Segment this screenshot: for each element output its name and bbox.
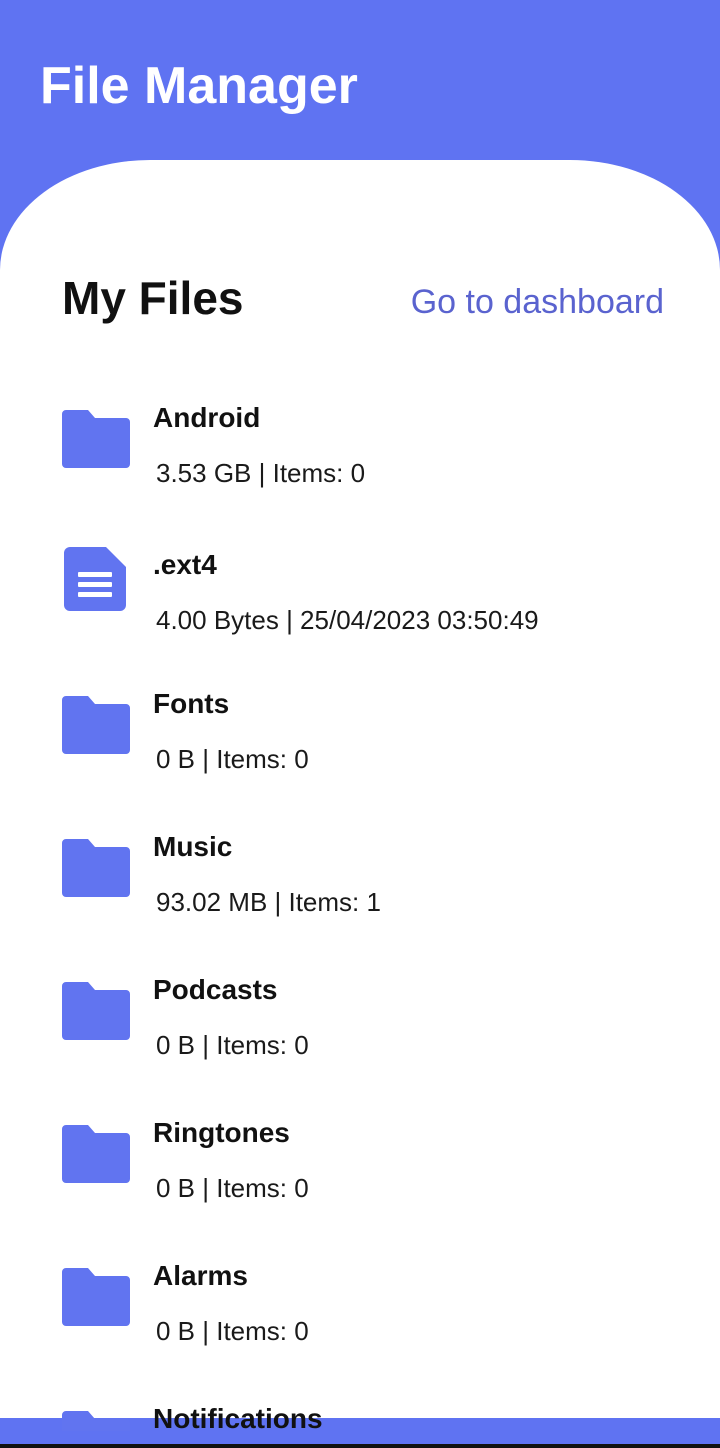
item-name: Notifications [153, 1403, 323, 1434]
folder-icon [62, 839, 130, 897]
item-name: Music [153, 831, 233, 862]
files-panel: My Files Go to dashboard Android 3.53 GB… [0, 160, 720, 1434]
item-name: Android [153, 402, 261, 433]
folder-icon [62, 1411, 130, 1431]
list-item-podcasts[interactable]: Podcasts 0 B | Items: 0 [0, 972, 720, 1112]
item-meta: 0 B | Items: 0 [156, 1173, 309, 1203]
file-icon [64, 547, 126, 611]
folder-icon [62, 410, 130, 468]
folder-icon [62, 696, 130, 754]
list-item-android[interactable]: Android 3.53 GB | Items: 0 [0, 400, 720, 540]
folder-icon [62, 982, 130, 1040]
section-title: My Files [62, 272, 244, 324]
item-meta: 0 B | Items: 0 [156, 1030, 309, 1060]
list-item-ringtones[interactable]: Ringtones 0 B | Items: 0 [0, 1115, 720, 1255]
list-item-fonts[interactable]: Fonts 0 B | Items: 0 [0, 686, 720, 826]
folder-icon [62, 1268, 130, 1326]
item-meta: 0 B | Items: 0 [156, 744, 309, 774]
item-meta: 3.53 GB | Items: 0 [156, 458, 366, 488]
app-title: File Manager [40, 57, 358, 115]
item-meta: 93.02 MB | Items: 1 [156, 887, 381, 917]
item-meta: 4.00 Bytes | 25/04/2023 03:50:49 [156, 605, 539, 635]
item-name: Podcasts [153, 974, 278, 1005]
list-item-ext4[interactable]: .ext4 4.00 Bytes | 25/04/2023 03:50:49 [0, 547, 720, 687]
go-to-dashboard-link[interactable]: Go to dashboard [411, 280, 664, 324]
list-item-alarms[interactable]: Alarms 0 B | Items: 0 [0, 1258, 720, 1398]
item-name: Fonts [153, 688, 230, 719]
item-name: Ringtones [153, 1117, 290, 1148]
list-item-music[interactable]: Music 93.02 MB | Items: 1 [0, 829, 720, 969]
item-name: Alarms [153, 1260, 248, 1291]
screen-bottom-edge [0, 1444, 720, 1448]
folder-icon [62, 1125, 130, 1183]
item-meta: 0 B | Items: 0 [156, 1316, 309, 1346]
item-name: .ext4 [153, 549, 217, 580]
list-item-notifications[interactable]: Notifications [0, 1401, 720, 1434]
